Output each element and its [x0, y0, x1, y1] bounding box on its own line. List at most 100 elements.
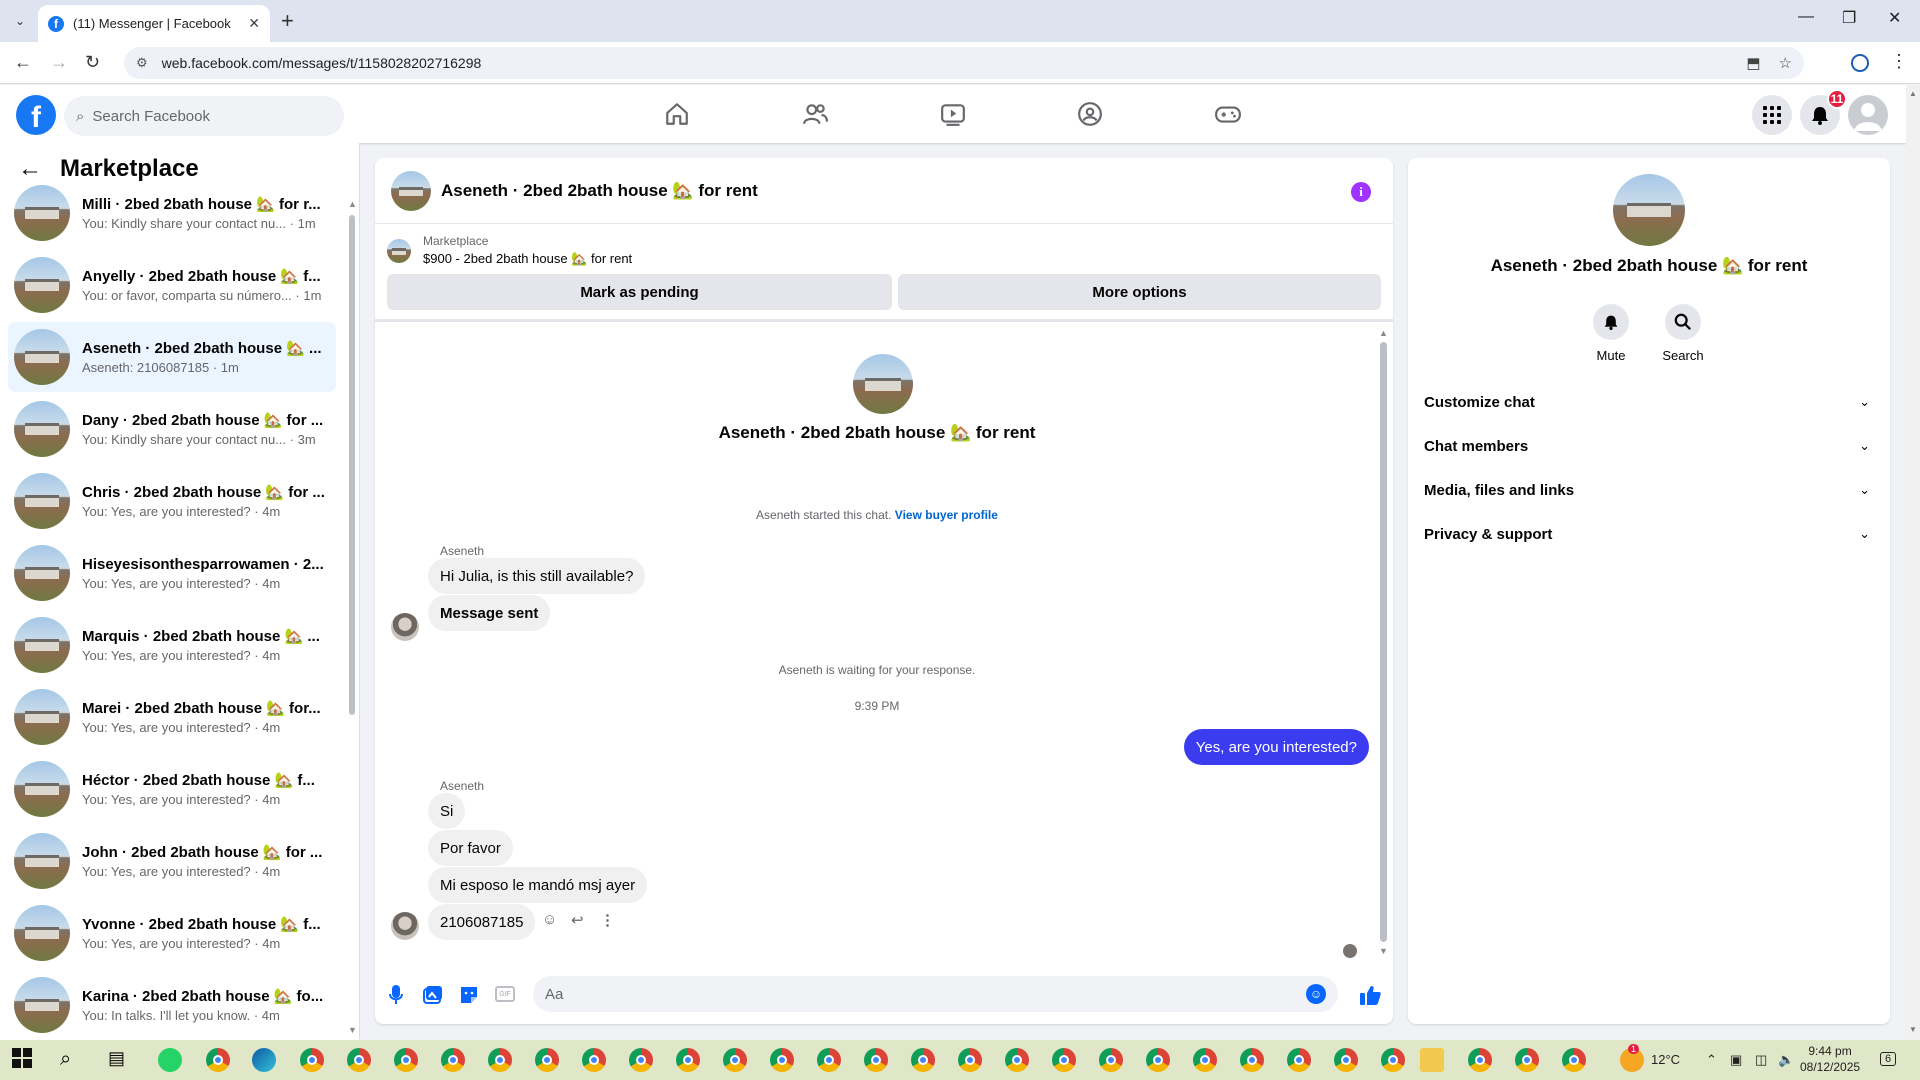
chrome-icon[interactable]: [441, 1048, 465, 1072]
facebook-search-input[interactable]: ⌕ Search Facebook: [64, 96, 344, 136]
page-scroll-down-icon[interactable]: ▼: [1909, 1025, 1917, 1034]
conversation-item[interactable]: Dany · 2bed 2bath house 🏡 for ... You: Ki…: [8, 394, 336, 464]
chrome-icon[interactable]: [1052, 1048, 1076, 1072]
conversation-item[interactable]: Anyelly · 2bed 2bath house 🏡 f... You: or…: [8, 250, 336, 320]
reload-icon[interactable]: ↻: [85, 52, 100, 73]
restore-icon[interactable]: ❐: [1842, 8, 1856, 28]
message-bubble[interactable]: Hi Julia, is this still available?: [428, 558, 646, 594]
page-scrollbar[interactable]: ▲ ▼: [1906, 85, 1920, 1040]
chrome-icon[interactable]: [1193, 1048, 1217, 1072]
network-icon[interactable]: ◫: [1755, 1052, 1767, 1068]
chat-title[interactable]: Aseneth · 2bed 2bath house 🏡 for rent: [441, 181, 758, 201]
close-tab-icon[interactable]: ✕: [248, 15, 260, 32]
message-bubble[interactable]: Por favor: [428, 830, 513, 866]
taskbar-clock[interactable]: 9:44 pm 08/12/2025: [1800, 1043, 1860, 1075]
chrome-icon[interactable]: [1381, 1048, 1405, 1072]
conversation-item[interactable]: Chris · 2bed 2bath house 🏡 for ... You: Y…: [8, 466, 336, 536]
customize-chat-section[interactable]: Customize chat ⌄: [1424, 380, 1870, 424]
scroll-up-icon[interactable]: ▲: [1379, 328, 1388, 338]
chrome-icon[interactable]: [206, 1048, 230, 1072]
menu-grid-icon[interactable]: [1752, 95, 1792, 135]
chrome-icon[interactable]: [394, 1048, 418, 1072]
chrome-icon[interactable]: [864, 1048, 888, 1072]
conversation-item[interactable]: John · 2bed 2bath house 🏡 for ... You: Ye…: [8, 826, 336, 896]
forward-icon[interactable]: →: [50, 52, 68, 73]
page-scroll-up-icon[interactable]: ▲: [1909, 89, 1917, 98]
scroll-down-icon[interactable]: ▼: [1379, 946, 1388, 956]
chrome-icon[interactable]: [723, 1048, 747, 1072]
conversation-item[interactable]: Marquis · 2bed 2bath house 🏡 ... You: Yes…: [8, 610, 336, 680]
conversation-item-active[interactable]: Aseneth · 2bed 2bath house 🏡 ... Aseneth:…: [8, 322, 336, 392]
sidebar-scroll-thumb[interactable]: [349, 215, 355, 715]
chat-scroll-thumb[interactable]: [1380, 342, 1387, 942]
listing-summary[interactable]: Marketplace $900 - 2bed 2bath house 🏡 fo…: [387, 234, 632, 267]
message-more-icon[interactable]: ⋮: [600, 911, 615, 929]
gaming-icon[interactable]: [1213, 99, 1243, 129]
view-buyer-profile-link[interactable]: View buyer profile: [895, 508, 998, 522]
search-in-conversation-button[interactable]: Search: [1653, 304, 1713, 363]
tab-search-icon[interactable]: ⌄: [8, 10, 32, 32]
info-icon[interactable]: i: [1351, 182, 1371, 202]
chrome-icon[interactable]: [535, 1048, 559, 1072]
minimize-icon[interactable]: —: [1798, 8, 1814, 26]
chrome-icon[interactable]: [676, 1048, 700, 1072]
chrome-icon[interactable]: [1146, 1048, 1170, 1072]
scroll-up-icon[interactable]: ▲: [348, 199, 357, 209]
install-app-icon[interactable]: ⬒: [1746, 54, 1760, 72]
groups-icon[interactable]: [1075, 99, 1105, 129]
conversation-item[interactable]: Hiseyesisonthesparrowamen · 2... You: Yes…: [8, 538, 336, 608]
chrome-icon[interactable]: [1468, 1048, 1492, 1072]
notification-center-icon[interactable]: 6: [1880, 1052, 1897, 1066]
message-bubble[interactable]: Message sent: [428, 595, 551, 631]
browser-tab[interactable]: f (11) Messenger | Facebook ✕: [38, 5, 270, 42]
new-tab-icon[interactable]: +: [281, 8, 294, 34]
whatsapp-icon[interactable]: [158, 1048, 182, 1072]
sticker-icon[interactable]: [459, 985, 479, 1010]
windows-start-icon[interactable]: [12, 1048, 36, 1072]
friends-icon[interactable]: [800, 99, 830, 129]
microphone-icon[interactable]: [389, 985, 403, 1010]
chrome-icon[interactable]: [770, 1048, 794, 1072]
conversation-item[interactable]: Héctor · 2bed 2bath house 🏡 f... You: Yes…: [8, 754, 336, 824]
privacy-support-section[interactable]: Privacy & support ⌄: [1424, 512, 1870, 556]
tray-chevron-up-icon[interactable]: ⌃: [1706, 1052, 1717, 1068]
message-bubble[interactable]: Mi esposo le mandó msj ayer: [428, 867, 648, 903]
account-avatar-icon[interactable]: [1848, 95, 1888, 135]
bookmark-star-icon[interactable]: ☆: [1779, 54, 1792, 72]
video-icon[interactable]: [938, 99, 968, 129]
thumbs-up-icon[interactable]: [1359, 985, 1381, 1011]
sender-avatar[interactable]: [391, 912, 419, 940]
browser-profile-icon[interactable]: [1851, 54, 1869, 72]
conversation-item[interactable]: Milli · 2bed 2bath house 🏡 for r... You: …: [8, 178, 336, 248]
tray-device-icon[interactable]: ▣: [1730, 1052, 1742, 1068]
info-avatar[interactable]: [1613, 174, 1685, 246]
task-view-icon[interactable]: ▤: [108, 1048, 132, 1072]
chrome-icon[interactable]: [629, 1048, 653, 1072]
outgoing-message-bubble[interactable]: Yes, are you interested?: [1183, 729, 1369, 765]
media-files-links-section[interactable]: Media, files and links ⌄: [1424, 468, 1870, 512]
conversation-item[interactable]: Marei · 2bed 2bath house 🏡 for... You: Ye…: [8, 682, 336, 752]
chrome-icon[interactable]: [1287, 1048, 1311, 1072]
message-bubble[interactable]: 2106087185: [428, 904, 536, 940]
chat-scrollbar[interactable]: ▲ ▼: [1377, 328, 1389, 958]
conversation-item[interactable]: Yvonne · 2bed 2bath house 🏡 f... You: Yes…: [8, 898, 336, 968]
scroll-down-icon[interactable]: ▼: [348, 1025, 357, 1035]
mute-button[interactable]: Mute: [1581, 304, 1641, 363]
more-options-button[interactable]: More options: [898, 274, 1381, 310]
chrome-icon[interactable]: [1515, 1048, 1539, 1072]
browser-menu-icon[interactable]: ⋮: [1890, 51, 1908, 72]
url-text[interactable]: web.facebook.com/messages/t/115802820271…: [162, 55, 1729, 71]
chrome-icon[interactable]: [1005, 1048, 1029, 1072]
chrome-icon[interactable]: [958, 1048, 982, 1072]
message-bubble[interactable]: Si: [428, 793, 466, 829]
chrome-icon[interactable]: [1334, 1048, 1358, 1072]
taskbar-search-icon[interactable]: ⌕: [60, 1048, 84, 1072]
mark-as-pending-button[interactable]: Mark as pending: [387, 274, 892, 310]
home-icon[interactable]: [662, 99, 692, 129]
chrome-icon[interactable]: [911, 1048, 935, 1072]
sidebar-scrollbar[interactable]: ▲ ▼: [348, 199, 357, 1035]
edge-icon[interactable]: [252, 1048, 276, 1072]
file-explorer-icon[interactable]: [1420, 1048, 1444, 1072]
sender-avatar[interactable]: [391, 613, 419, 641]
chrome-icon[interactable]: [817, 1048, 841, 1072]
